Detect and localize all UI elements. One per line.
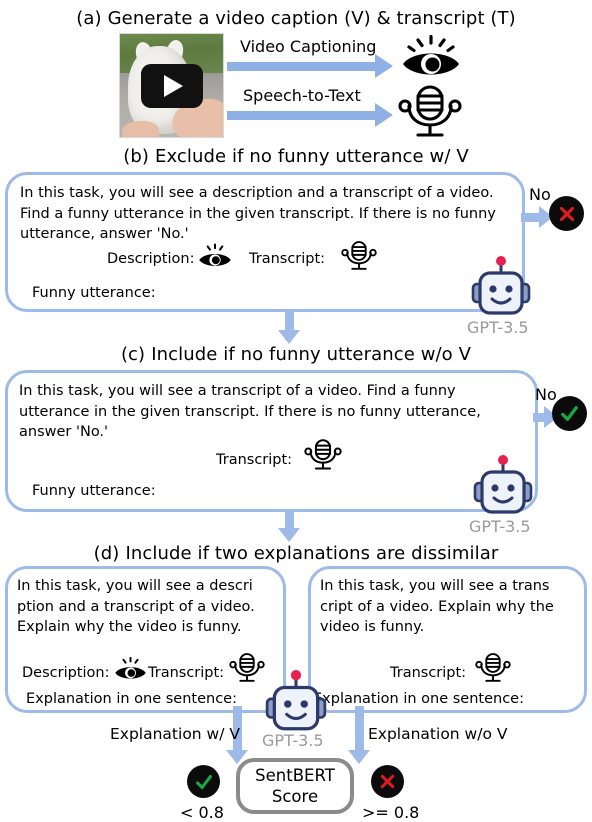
description-label-d-left: Description: xyxy=(22,665,110,681)
answer-field-label-d-left: Explanation in one sentence: xyxy=(26,691,237,707)
transcript-label-c: Transcript: xyxy=(216,452,293,468)
connector-d-right-head xyxy=(348,750,370,764)
transcript-label-d-left: Transcript: xyxy=(148,665,225,681)
section-c-tag: (c) xyxy=(120,344,146,365)
arrow-speech-to-text-head xyxy=(375,103,393,127)
model-label-b: GPT-3.5 xyxy=(467,318,529,337)
arrow-video-captioning-head xyxy=(375,54,393,78)
play-icon[interactable] xyxy=(140,63,203,108)
sentbert-score-box[interactable]: SentBERT Score xyxy=(236,758,354,814)
section-c-heading: (c) Include if no funny utterance w/o V xyxy=(0,344,592,365)
eye-icon xyxy=(199,243,231,266)
arrow-label-speech-to-text: Speech-to-Text xyxy=(243,86,361,105)
section-c-title: Include if no funny utterance w/o V xyxy=(151,344,472,365)
microphone-icon xyxy=(229,653,265,682)
status-badge-include xyxy=(552,396,587,431)
branch-label-right: Explanation w/o V xyxy=(368,725,508,743)
prompt-text-d-left: In this task, you will see a descri ptio… xyxy=(17,578,255,635)
output-label-b: No xyxy=(529,185,551,204)
threshold-label-left: < 0.8 xyxy=(180,803,224,822)
section-d-title: Include if two explanations are dissimil… xyxy=(125,543,499,564)
microphone-icon xyxy=(341,241,377,270)
robot-icon xyxy=(473,455,533,514)
connector-b-to-c xyxy=(285,312,294,332)
check-icon xyxy=(195,774,212,789)
prompt-text-b: In this task, you will see a description… xyxy=(20,185,496,242)
answer-field-label-d-right: Explanation in one sentence: xyxy=(313,691,524,707)
answer-field-label-b: Funny utterance: xyxy=(32,285,156,301)
section-d-tag: (d) xyxy=(93,543,120,564)
sentbert-line-2: Score xyxy=(271,787,319,806)
arrow-speech-to-text-bar xyxy=(227,111,375,120)
section-d-heading: (d) Include if two explanations are dissi… xyxy=(0,543,592,564)
eye-icon xyxy=(115,657,146,679)
section-a-heading: (a) Generate a video caption (V) & transc… xyxy=(0,8,592,29)
status-badge-exclude xyxy=(549,196,584,231)
eye-icon xyxy=(403,35,459,75)
microphone-icon xyxy=(398,85,462,137)
answer-field-label-c: Funny utterance: xyxy=(32,483,156,499)
connector-b-out xyxy=(521,213,541,222)
microphone-icon xyxy=(304,439,342,470)
human-hand-2 xyxy=(122,120,160,137)
section-b-heading: (b) Exclude if no funny utterance w/ V xyxy=(0,146,592,167)
section-a-tag: (a) xyxy=(76,8,102,29)
threshold-label-right: >= 0.8 xyxy=(362,803,420,822)
prompt-text-c: In this task, you will see a transcript … xyxy=(19,383,481,440)
cross-icon xyxy=(559,206,574,221)
section-a-title: Generate a video caption (V) & transcrip… xyxy=(107,8,516,29)
branch-label-left: Explanation w/ V xyxy=(110,725,240,743)
sentbert-line-1: SentBERT xyxy=(255,766,335,785)
model-label-c: GPT-3.5 xyxy=(469,517,531,536)
robot-icon xyxy=(265,670,327,731)
transcript-label-d-right: Transcript: xyxy=(390,665,467,681)
prompt-text-d-right: In this task, you will see a trans cript… xyxy=(320,578,554,635)
connector-b-to-c-head xyxy=(278,330,300,344)
robot-icon xyxy=(471,256,531,315)
arrow-video-captioning-bar xyxy=(227,62,375,71)
status-badge-threshold-left xyxy=(187,765,220,798)
check-icon xyxy=(561,406,578,421)
transcript-label-b: Transcript: xyxy=(249,251,326,267)
arrow-label-video-captioning: Video Captioning xyxy=(240,37,377,56)
cross-icon xyxy=(380,774,395,789)
model-label-d: GPT-3.5 xyxy=(262,731,324,750)
microphone-icon xyxy=(475,653,511,682)
status-badge-threshold-right xyxy=(371,765,404,798)
section-b-title: Exclude if no funny utterance w/ V xyxy=(155,146,469,167)
connector-c-to-d-head xyxy=(278,528,300,542)
section-b-tag: (b) xyxy=(123,146,150,167)
description-label-b: Description: xyxy=(107,251,195,267)
video-thumbnail[interactable] xyxy=(119,33,224,138)
connector-d-right xyxy=(355,706,364,752)
output-label-c: No xyxy=(535,385,557,404)
